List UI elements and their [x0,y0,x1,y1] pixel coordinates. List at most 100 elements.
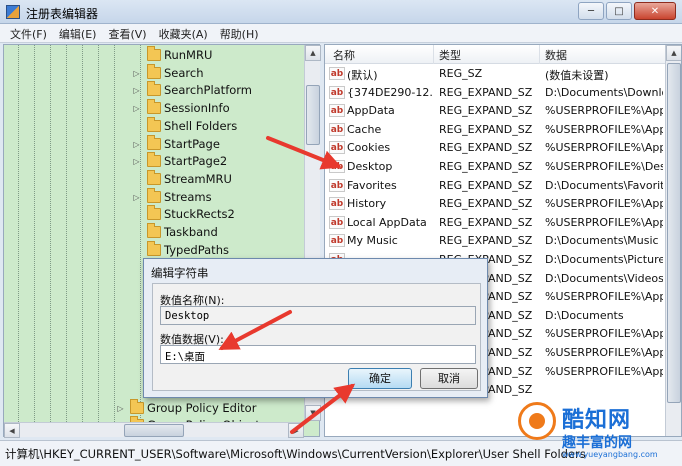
registry-value-row[interactable]: ab Favorites REG_EXPAND_SZ D:\Documents\Fav… [325,177,665,196]
value-type-cell: REG_EXPAND_SZ [439,197,533,211]
expand-arrow-icon[interactable]: ▷ [132,69,141,78]
registry-value-row[interactable]: ab (默认) REG_SZ (数值未设置) [325,65,665,84]
tree-horizontal-scrollbar[interactable]: ◀ ▶ [4,422,304,438]
value-data-cell: D:\Documents\Downlo [545,85,663,99]
expand-arrow-icon[interactable]: ▷ [132,104,141,113]
value-type-cell: REG_EXPAND_SZ [439,178,533,192]
tree-node[interactable]: ▷ SearchPlatform [4,81,304,100]
list-scroll-thumb[interactable] [667,63,681,403]
tree-node[interactable]: Shell Folders [4,116,304,136]
tree-node-label: SessionInfo [164,101,230,116]
scroll-up-button[interactable]: ▲ [666,45,681,61]
folder-icon [147,169,161,185]
menu-file[interactable]: 文件(F) [4,24,53,42]
column-header-name[interactable]: 名称 [333,47,355,63]
close-button[interactable]: ✕ [634,2,676,20]
registry-value-row[interactable]: ab {374DE290-12... REG_EXPAND_SZ D:\Documen… [325,84,665,103]
tree-node[interactable]: ▷ Search [4,63,304,83]
tree-node[interactable]: ▷ StartPage [4,134,304,154]
registry-value-row[interactable]: ab My Music REG_EXPAND_SZ D:\Documents\Musi… [325,232,665,251]
folder-icon [147,187,161,203]
column-header-data[interactable]: 数据 [545,47,567,63]
folder-icon [147,99,161,115]
value-type-cell: REG_EXPAND_SZ [439,215,533,229]
value-data-cell: D:\Documents\Videos [545,271,663,285]
value-data-cell: D:\Documents\Favorite [545,178,663,192]
tree-node[interactable]: RunMRU [4,46,304,65]
string-value-icon: ab [329,104,345,118]
scroll-down-button[interactable]: ▼ [305,405,321,421]
string-value-icon: ab [329,122,345,136]
window-controls: ─ □ ✕ [578,2,676,20]
scroll-right-button[interactable]: ▶ [288,423,304,438]
registry-value-row[interactable]: ab Cookies REG_EXPAND_SZ %USERPROFILE%\App [325,139,665,158]
column-header-type[interactable]: 类型 [439,47,461,63]
tree-hscroll-thumb[interactable] [124,424,184,437]
menu-view[interactable]: 查看(V) [102,24,152,42]
tree-node-label: StartPage2 [164,154,228,169]
maximize-icon: □ [614,5,624,17]
string-value-icon: ab [329,160,345,173]
regedit-app-icon [6,5,20,19]
tree-node[interactable]: ▷ Group Policy Editor [4,399,304,418]
minimize-button[interactable]: ─ [578,2,604,20]
folder-icon [147,63,161,79]
registry-value-row[interactable]: ab AppData REG_EXPAND_SZ %USERPROFILE%\App [325,102,665,121]
expand-arrow-icon[interactable]: ▷ [132,193,141,202]
expand-arrow-icon[interactable]: ▷ [116,404,125,413]
string-value-icon: ab [329,234,345,248]
value-data-cell: %USERPROFILE%\App [545,141,663,155]
watermark-slogan: 趣丰富的网 [562,435,632,451]
value-data-cell: %USERPROFILE%\App [545,327,663,341]
tree-scroll-thumb[interactable] [306,85,320,145]
menu-edit[interactable]: 编辑(E) [53,24,103,42]
registry-value-row[interactable]: ab Cache REG_EXPAND_SZ %USERPROFILE%\App [325,121,665,140]
registry-value-row[interactable]: ab History REG_EXPAND_SZ %USERPROFILE%\App [325,195,665,214]
ok-button[interactable]: 确定 [348,368,412,389]
close-icon: ✕ [650,5,660,17]
menu-help[interactable]: 帮助(H) [214,24,265,42]
tree-node-label: TypedPaths [164,242,229,257]
tree-node[interactable]: ▷ SessionInfo [4,99,304,118]
tree-node[interactable]: Taskband [4,223,304,242]
tree-node[interactable]: StreamMRU [4,169,304,189]
value-data-cell: %USERPROFILE%\Desl [545,160,663,173]
tree-node-label: SearchPlatform [164,83,253,98]
value-data-cell: %USERPROFILE%\App [545,290,663,304]
tree-node[interactable]: StuckRects2 [4,205,304,224]
expand-arrow-icon[interactable]: ▷ [132,157,141,166]
tree-node[interactable]: TypedPaths [4,240,304,260]
value-type-cell: REG_EXPAND_SZ [439,160,533,173]
folder-icon [147,152,161,168]
value-name-cell: {374DE290-12... [347,85,433,99]
registry-value-row[interactable]: ab Local AppData REG_EXPAND_SZ %USERPROFILE… [325,214,665,233]
tree-node-label: Streams [164,189,212,204]
expand-arrow-icon[interactable]: ▷ [132,86,141,95]
tree-node[interactable]: ▷ Streams [4,187,304,207]
scroll-left-button[interactable]: ◀ [4,423,20,438]
cancel-button[interactable]: 取消 [420,368,478,389]
tree-node[interactable]: ▷ StartPage2 [4,152,304,171]
list-vertical-scrollbar[interactable]: ▲ [665,45,681,436]
value-data-input[interactable]: E:\桌面 [160,345,476,364]
registry-value-row[interactable]: ab Desktop REG_EXPAND_SZ %USERPROFILE%\Desl [325,158,665,177]
scroll-up-button[interactable]: ▲ [305,45,321,61]
column-divider[interactable] [433,45,434,64]
string-value-icon: ab [329,215,345,229]
folder-icon [147,81,161,97]
maximize-button[interactable]: □ [606,2,632,20]
tree-node-label: Taskband [164,225,218,239]
expand-arrow-icon[interactable]: ▷ [132,140,141,149]
value-name-field[interactable]: Desktop [160,306,476,325]
folder-icon [147,205,161,221]
string-value-icon: ab [329,141,345,155]
column-divider[interactable] [539,45,540,64]
tree-node-label: Shell Folders [164,118,238,133]
menu-favorites[interactable]: 收藏夹(A) [153,24,214,42]
value-data-cell: (数值未设置) [545,69,609,82]
title-bar: 注册表编辑器 ─ □ ✕ [0,0,682,24]
